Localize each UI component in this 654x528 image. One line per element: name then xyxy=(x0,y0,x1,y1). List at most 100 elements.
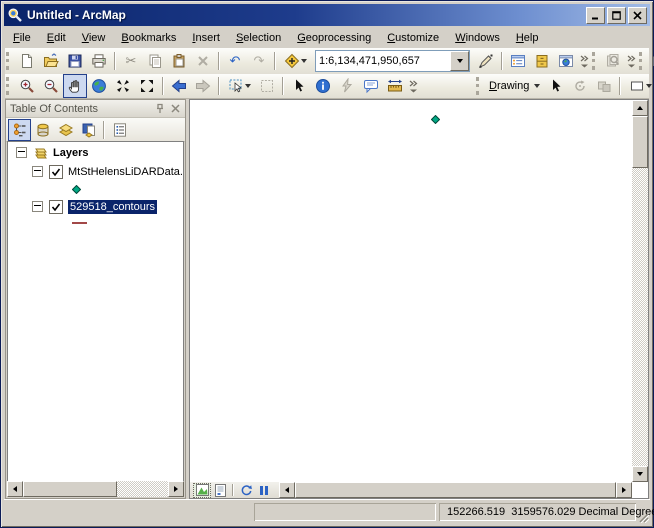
drawing-menu-button[interactable]: Drawing xyxy=(485,78,544,94)
collapse-icon[interactable] xyxy=(32,201,43,212)
toc-options-button[interactable] xyxy=(108,119,131,141)
rotate-button-disabled[interactable] xyxy=(568,74,592,98)
scroll-down-button[interactable] xyxy=(632,466,648,482)
search-window-button[interactable] xyxy=(554,49,578,73)
menu-customize[interactable]: Customize xyxy=(379,30,447,46)
layers-root-label[interactable]: Layers xyxy=(53,147,88,159)
layer-symbol-point[interactable] xyxy=(8,182,183,196)
toolbar-overflow-button[interactable] xyxy=(407,75,420,97)
print-button[interactable] xyxy=(87,49,111,73)
go-back-extent-button[interactable] xyxy=(167,74,191,98)
refresh-button[interactable] xyxy=(237,483,255,498)
add-data-button[interactable] xyxy=(279,49,311,73)
close-button[interactable] xyxy=(628,7,647,24)
measure-button[interactable] xyxy=(383,74,407,98)
drawing-select-elements-button[interactable] xyxy=(544,74,568,98)
scroll-left-button[interactable] xyxy=(279,482,295,498)
editor-toolbar-button[interactable] xyxy=(474,49,498,73)
layer-label[interactable]: MtStHelensLiDARData.t xyxy=(68,166,184,178)
identify-button[interactable] xyxy=(311,74,335,98)
shape-tool-button[interactable] xyxy=(624,74,654,98)
menu-windows[interactable]: Windows xyxy=(447,30,508,46)
overflow-chevron-icon xyxy=(409,80,418,93)
tree-item-contours-layer[interactable]: 529518_contours xyxy=(8,198,183,215)
list-by-visibility-button[interactable] xyxy=(54,119,77,141)
menu-selection[interactable]: Selection xyxy=(228,30,289,46)
menu-bookmarks[interactable]: Bookmarks xyxy=(113,30,184,46)
delete-button[interactable] xyxy=(191,49,215,73)
toolbar-overflow-button[interactable] xyxy=(578,50,591,72)
toolbar-overflow-button[interactable] xyxy=(625,50,638,72)
viewer-button-disabled[interactable] xyxy=(601,49,625,73)
scrollbar-thumb[interactable] xyxy=(295,482,616,498)
pan-tool-button[interactable] xyxy=(63,74,87,98)
copy-button[interactable] xyxy=(143,49,167,73)
html-popup-button[interactable] xyxy=(359,74,383,98)
collapse-icon[interactable] xyxy=(16,147,27,158)
menu-file[interactable]: File xyxy=(5,30,39,46)
hyperlink-button-disabled[interactable] xyxy=(335,74,359,98)
fixed-zoom-out-button[interactable] xyxy=(135,74,159,98)
list-by-drawing-order-button[interactable] xyxy=(8,119,31,141)
edit-vertices-button-disabled[interactable] xyxy=(592,74,616,98)
layer-symbol-line[interactable] xyxy=(8,217,183,229)
pin-icon[interactable] xyxy=(154,103,166,115)
menu-view[interactable]: View xyxy=(74,30,114,46)
toolbar-grip[interactable] xyxy=(6,52,12,70)
table-of-contents-window-button[interactable] xyxy=(506,49,530,73)
scrollbar-track[interactable] xyxy=(117,481,168,497)
toolbar-grip[interactable] xyxy=(6,77,12,95)
catalog-window-button[interactable] xyxy=(530,49,554,73)
list-by-selection-button[interactable] xyxy=(77,119,100,141)
scrollbar-thumb[interactable] xyxy=(23,481,117,497)
menu-geoprocessing[interactable]: Geoprocessing xyxy=(289,30,379,46)
close-panel-icon[interactable] xyxy=(170,103,181,114)
refresh-icon xyxy=(240,484,253,497)
paste-button[interactable] xyxy=(167,49,191,73)
cut-button[interactable]: ✂ xyxy=(119,49,143,73)
scrollbar-thumb[interactable] xyxy=(632,116,648,168)
scroll-left-button[interactable] xyxy=(7,481,23,497)
pause-drawing-button[interactable] xyxy=(255,483,273,498)
resize-grip-icon[interactable] xyxy=(636,510,649,523)
viewer-grayed-icon xyxy=(605,53,621,69)
layout-view-button[interactable] xyxy=(211,483,229,498)
email-button-disabled[interactable] xyxy=(648,49,654,73)
maximize-button[interactable] xyxy=(607,7,626,24)
save-button[interactable] xyxy=(63,49,87,73)
scroll-right-button[interactable] xyxy=(616,482,632,498)
toolbar-grip[interactable] xyxy=(592,52,598,70)
layer-visibility-checkbox[interactable] xyxy=(49,200,63,214)
open-button[interactable] xyxy=(39,49,63,73)
undo-button[interactable]: ↶ xyxy=(223,49,247,73)
new-document-button[interactable] xyxy=(15,49,39,73)
menu-insert[interactable]: Insert xyxy=(184,30,228,46)
list-by-source-button[interactable] xyxy=(31,119,54,141)
layer-label-selected[interactable]: 529518_contours xyxy=(68,200,157,214)
layer-visibility-checkbox[interactable] xyxy=(49,165,63,179)
fixed-zoom-in-button[interactable] xyxy=(111,74,135,98)
zoom-out-button[interactable] xyxy=(39,74,63,98)
scroll-right-button[interactable] xyxy=(168,481,184,497)
scrollbar-track[interactable] xyxy=(632,168,648,466)
collapse-icon[interactable] xyxy=(32,166,43,177)
tree-item-lidar-layer[interactable]: MtStHelensLiDARData.t xyxy=(8,163,183,180)
tree-item-layers[interactable]: Layers xyxy=(8,144,183,161)
zoom-in-button[interactable] xyxy=(15,74,39,98)
full-extent-button[interactable] xyxy=(87,74,111,98)
select-elements-button[interactable] xyxy=(287,74,311,98)
data-view-button[interactable] xyxy=(193,483,211,498)
map-scale-dropdown-button[interactable] xyxy=(450,51,469,71)
menu-edit[interactable]: Edit xyxy=(39,30,74,46)
toolbar-grip[interactable] xyxy=(639,52,645,70)
map-canvas[interactable] xyxy=(190,100,632,482)
toolbar-grip[interactable] xyxy=(476,77,482,95)
clear-selection-button-disabled[interactable] xyxy=(255,74,279,98)
select-features-button[interactable] xyxy=(223,74,255,98)
map-scale-input[interactable] xyxy=(316,53,450,69)
redo-button[interactable]: ↷ xyxy=(247,49,271,73)
minimize-button[interactable] xyxy=(586,7,605,24)
scroll-up-button[interactable] xyxy=(632,100,648,116)
menu-help[interactable]: Help xyxy=(508,30,547,46)
go-forward-extent-button[interactable] xyxy=(191,74,215,98)
